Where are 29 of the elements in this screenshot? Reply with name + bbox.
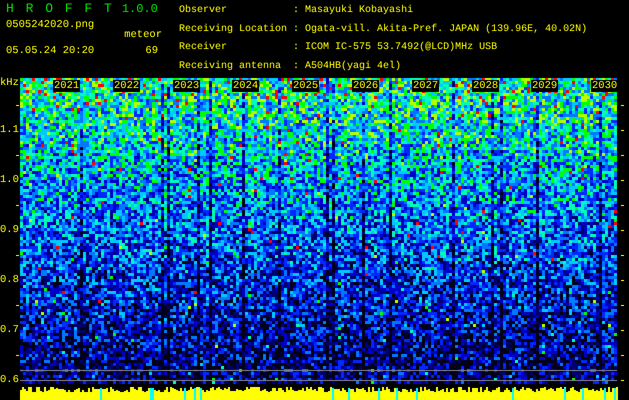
info-value: Ogata-vill. Akita-Pref. JAPAN (139.96E, 40.02N) <box>305 22 588 36</box>
time-label: 2023 <box>173 80 200 92</box>
time-label: 2021 <box>53 80 80 92</box>
file-name: 0505242020.png <box>6 18 94 33</box>
meteor-label: meteor <box>124 28 162 42</box>
time-label: 2022 <box>113 80 140 92</box>
app-version: 1.0.0 <box>122 2 158 16</box>
colon: : <box>293 60 300 74</box>
info-label: Receiving Location <box>179 22 288 36</box>
time-label: 2028 <box>472 80 500 92</box>
info-value: Masayuki Kobayashi <box>305 4 414 18</box>
app-name: H R O F F T <box>6 2 112 16</box>
axis-unit: kHz <box>0 76 19 90</box>
time-label: 2025 <box>292 80 320 92</box>
info-value: A504HB(yagi 4el) <box>305 60 402 74</box>
info-label: Receiver <box>179 41 228 55</box>
colon: : <box>293 22 300 36</box>
info-value: ICOM IC-575 53.7492(@LCD)MHz USB <box>305 41 498 55</box>
colon: : <box>293 4 300 18</box>
date-time: 05.05.24 20:20 <box>6 44 94 58</box>
time-label: 2026 <box>352 80 380 92</box>
time-label: 2024 <box>232 80 260 92</box>
info-label: Observer <box>179 4 228 18</box>
meteor-count: 69 <box>145 44 158 58</box>
time-label: 2027 <box>412 80 440 92</box>
time-label: 2030 <box>591 80 618 92</box>
time-label: 2029 <box>531 80 558 92</box>
info-label: Receiving antenna <box>179 60 282 74</box>
colon: : <box>293 41 300 55</box>
